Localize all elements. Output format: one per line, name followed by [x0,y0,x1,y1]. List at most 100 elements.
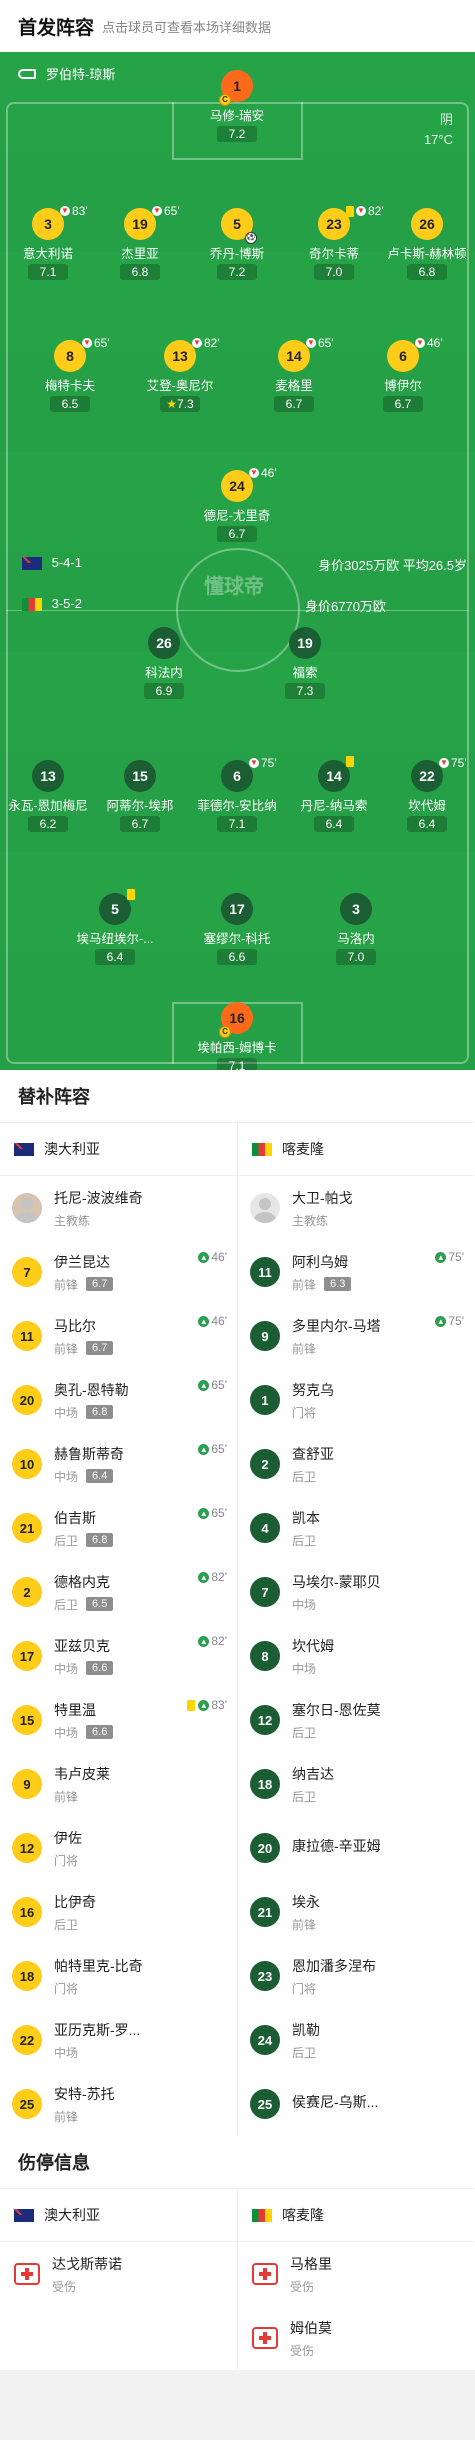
home-sub-row[interactable]: 16 比伊奇 后卫 [0,1880,237,1944]
home-player[interactable]: 6 ▼ 46' 博伊尔 6.7 [355,336,451,413]
player-name: 博伊尔 [384,379,422,393]
sub-number: 21 [250,1897,280,1927]
sub-event: ▲ 82' [198,1634,227,1648]
home-sub-row[interactable]: 9 韦卢皮莱 前锋 [0,1752,237,1816]
away-subs: 喀麦隆 大卫-帕戈 主教练 11 阿利乌姆 前锋 6.3 ▲ 75' 9 多里内尔-马塔 前锋 ▲ 7… [237,1122,474,2136]
home-sub-row[interactable]: 12 伊佐 门将 [0,1816,237,1880]
away-sub-row[interactable]: 9 多里内尔-马塔 前锋 ▲ 75' [238,1304,474,1368]
coach-name: 托尼-波波维奇 [54,1189,143,1206]
away-player[interactable]: 26 科法内 6.9 [116,627,212,700]
home-sub-row[interactable]: 15 特里温 中场 6.6 ▲ 83' [0,1688,237,1752]
player-event: ▼ 75' [249,756,277,770]
player-number: 15 [124,760,156,792]
home-sub-row[interactable]: 11 马比尔 前锋 6.7 ▲ 46' [0,1304,237,1368]
away-sub-row[interactable]: 11 阿利乌姆 前锋 6.3 ▲ 75' [238,1240,474,1304]
home-player[interactable]: 1 C 马修-瑞安 7.2 [189,70,285,143]
injury-title: 伤停信息 [18,2153,90,2173]
watermark: 懂球帝 [204,576,264,598]
sub-position: 门将 [54,1981,79,1996]
away-sub-row[interactable]: 18 纳吉达 后卫 [238,1752,474,1816]
home-sub-row[interactable]: 25 安特-苏托 前锋 [0,2072,237,2136]
away-player[interactable]: 5 埃马纽埃尔-... 6.4 [67,889,163,966]
away-team-name: 喀麦隆 [282,2207,324,2223]
away-sub-row[interactable]: 12 塞尔日-恩佐莫 后卫 [238,1688,474,1752]
home-player[interactable]: 3 ▼ 83' 意大利诺 7.1 [0,204,96,281]
home-sub-row[interactable]: 20 奥孔-恩特勒 中场 6.8 ▲ 65' [0,1368,237,1432]
home-player[interactable]: 23 ▼ 82' 奇尔卡蒂 7.0 [286,204,384,281]
away-sub-row[interactable]: 23 恩加潘多涅布 门将 [238,1944,474,2008]
home-player[interactable]: 13 ▼ 82' 艾登-奥尼尔 ★7.3 [132,336,228,413]
home-sub-row[interactable]: 2 德格内克 后卫 6.5 ▲ 82' [0,1560,237,1624]
away-sub-row[interactable]: 21 埃永 前锋 [238,1880,474,1944]
sub-rating: 6.3 [324,1277,352,1291]
sub-time: 83' [72,204,88,218]
away-sub-row[interactable]: 2 查舒亚 后卫 [238,1432,474,1496]
sub-name: 康拉德-辛亚姆 [292,1838,381,1854]
home-subs-header: 澳大利亚 [0,1122,237,1176]
sub-name: 帕特里克-比奇 [54,1957,143,1974]
away-sub-row[interactable]: 24 凯勒 后卫 [238,2008,474,2072]
player-number: 17 [221,893,253,925]
home-player[interactable]: 19 ▼ 65' 杰里亚 6.8 [92,204,188,281]
home-sub-row[interactable]: 7 伊兰昆达 前锋 6.7 ▲ 46' [0,1240,237,1304]
home-injury-row[interactable]: 达戈斯蒂诺 受伤 [0,2242,237,2306]
page-header: 首发阵容 点击球员可查看本场详细数据 [0,0,475,52]
player-rating: 6.8 [120,264,160,280]
away-player[interactable]: 16 C 埃帕西-姆博卡 7.1 [189,1002,285,1070]
away-player[interactable]: 19 福索 7.3 [257,627,353,700]
home-sub-row[interactable]: 18 帕特里克-比奇 门将 [0,1944,237,2008]
away-player[interactable]: 22 ▼ 75' 坎代姆 6.4 [379,756,475,833]
player-rating: ★7.3 [160,396,200,412]
sub-event: ▲ 83' [187,1698,227,1712]
sub-position: 前锋 [54,1277,79,1292]
home-sub-row[interactable]: 22 亚历克斯-罗... 中场 [0,2008,237,2072]
away-injury-row[interactable]: 姆伯莫 受伤 [238,2306,474,2370]
page-footer [0,2370,475,2440]
away-sub-row[interactable]: 8 坎代姆 中场 [238,1624,474,1688]
away-sub-row[interactable]: 4 凯本 后卫 [238,1496,474,1560]
home-team-name: 澳大利亚 [44,2207,100,2223]
sub-number: 11 [250,1257,280,1287]
sub-name: 亚历克斯-罗... [54,2021,141,2038]
home-player[interactable]: 26 卢卡斯-赫林顿 6.8 [379,208,475,281]
sub-number: 2 [250,1449,280,1479]
away-injury-row[interactable]: 马格里 受伤 [238,2242,474,2306]
coach-name: 大卫-帕戈 [292,1189,353,1206]
sub-number: 23 [250,1961,280,1991]
sub-name: 安特-苏托 [54,2085,115,2102]
player-number: 19 [289,627,321,659]
player-rating: 7.0 [314,264,354,280]
sub-event: ▲ 82' [198,1570,227,1584]
sub-time: 75' [451,756,467,770]
away-coach[interactable]: 大卫-帕戈 主教练 [238,1176,474,1240]
away-player[interactable]: 14 丹尼-纳马索 6.4 [286,756,382,833]
home-player[interactable]: 8 ▼ 65' 梅特卡夫 6.5 [22,336,118,413]
sub-in-icon: ▲ [198,1635,210,1647]
sub-number: 7 [12,1257,42,1287]
home-sub-row[interactable]: 21 伯吉斯 后卫 6.8 ▲ 65' [0,1496,237,1560]
sub-name: 马埃尔-蒙耶贝 [292,1573,381,1590]
home-sub-row[interactable]: 10 赫鲁斯蒂奇 中场 6.4 ▲ 65' [0,1432,237,1496]
away-sub-row[interactable]: 7 马埃尔-蒙耶贝 中场 [238,1560,474,1624]
player-number: 16 C [219,1002,253,1038]
away-player[interactable]: 3 马洛内 7.0 [308,893,404,966]
sub-position: 门将 [292,1981,317,1996]
away-sub-row[interactable]: 25 侯赛尼-乌斯... [238,2072,474,2136]
home-player[interactable]: 14 ▼ 65' 麦格里 6.7 [246,336,342,413]
home-player[interactable]: 5 ⚽ 乔丹-博斯 7.2 [189,208,285,281]
away-player[interactable]: 15 阿蒂尔-埃邦 6.7 [92,760,188,833]
sub-out-icon: ▼ [192,338,202,348]
player-name: 马修-瑞安 [209,109,265,123]
home-coach[interactable]: 托尼-波波维奇 主教练 [0,1176,237,1240]
away-player[interactable]: 13 永瓦-恩加梅尼 6.2 [0,760,96,833]
sub-in-icon: ▲ [198,1571,210,1583]
away-sub-row[interactable]: 1 努克乌 门将 [238,1368,474,1432]
away-sub-row[interactable]: 20 康拉德-辛亚姆 [238,1816,474,1880]
sub-number: 2 [12,1577,42,1607]
away-player[interactable]: 17 塞缪尔-科托 6.6 [189,893,285,966]
player-name: 丹尼-纳马索 [300,799,368,813]
away-player[interactable]: 6 ▼ 75' 菲德尔-安比纳 7.1 [189,756,285,833]
sub-rating: 6.6 [86,1725,114,1739]
home-sub-row[interactable]: 17 亚兹贝克 中场 6.6 ▲ 82' [0,1624,237,1688]
home-player[interactable]: 24 ▼ 46' 德尼-尤里奇 6.7 [189,466,285,543]
